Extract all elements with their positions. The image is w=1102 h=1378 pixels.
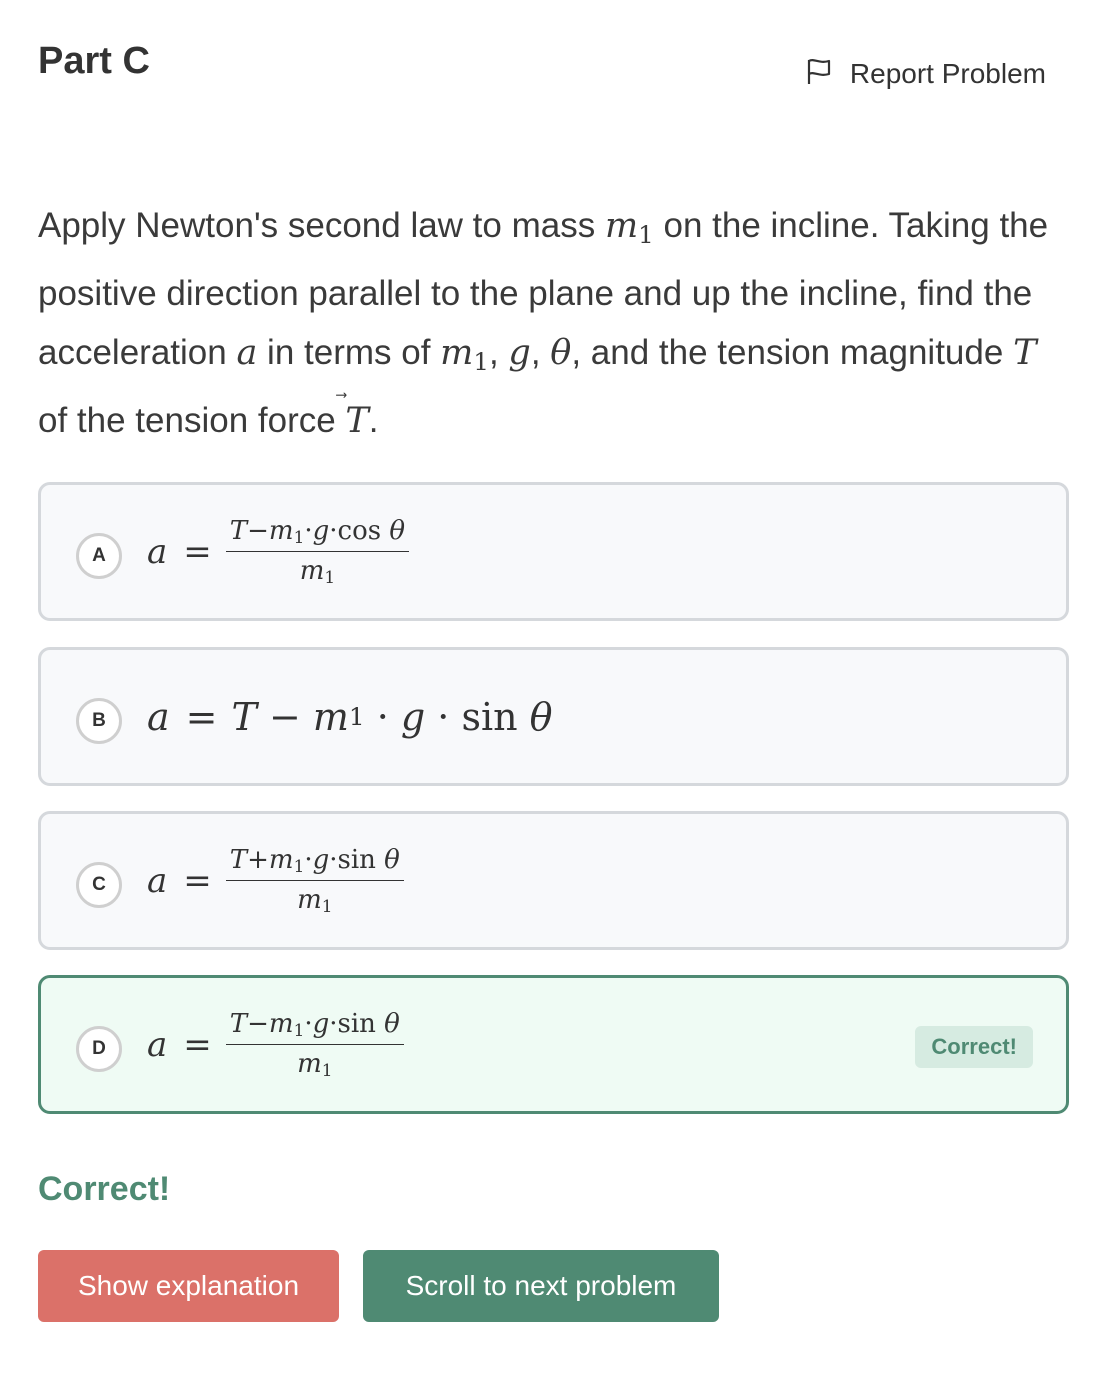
header: Part C Report Problem bbox=[38, 40, 1068, 100]
flag-icon bbox=[804, 56, 834, 91]
correct-badge: Correct! bbox=[915, 1026, 1033, 1068]
option-letter: C bbox=[76, 862, 122, 908]
scroll-next-problem-button[interactable]: Scroll to next problem bbox=[363, 1250, 719, 1322]
result-message: Correct! bbox=[38, 1170, 171, 1208]
report-problem-label: Report Problem bbox=[849, 57, 1046, 89]
option-formula: a = T−m1·g·sin θ m1 bbox=[147, 978, 404, 1111]
part-title: Part C bbox=[38, 40, 150, 82]
option-formula: a = T+m1·g·sin θ m1 bbox=[147, 814, 404, 947]
option-letter: D bbox=[76, 1026, 122, 1072]
show-explanation-button[interactable]: Show explanation bbox=[38, 1250, 339, 1322]
option-a[interactable]: A a = T−m1·g·cos θ m1 bbox=[38, 482, 1069, 621]
option-c[interactable]: C a = T+m1·g·sin θ m1 bbox=[38, 811, 1069, 950]
option-letter: A bbox=[76, 533, 122, 579]
question-text: Apply Newton's second law to mass m1 on … bbox=[38, 206, 1049, 442]
report-problem-button[interactable]: Report Problem bbox=[804, 56, 1046, 91]
option-b[interactable]: B a = T − m1 · g · sin θ bbox=[38, 647, 1069, 786]
option-formula: a = T − m1 · g · sin θ bbox=[147, 694, 553, 739]
option-formula: a = T−m1·g·cos θ m1 bbox=[147, 485, 409, 618]
option-letter: B bbox=[76, 698, 122, 744]
option-d[interactable]: D a = T−m1·g·sin θ m1 Correct! bbox=[38, 975, 1069, 1114]
